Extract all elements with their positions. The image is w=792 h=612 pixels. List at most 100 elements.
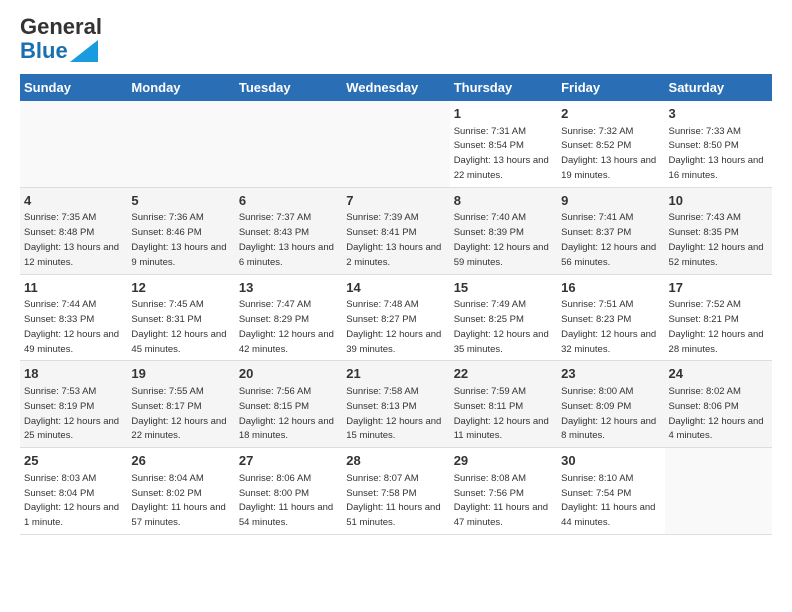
calendar-cell: 3 Sunrise: 7:33 AMSunset: 8:50 PMDaylight… [665, 101, 772, 187]
cell-sunrise: Sunrise: 7:44 AMSunset: 8:33 PMDaylight:… [24, 299, 119, 354]
calendar-cell: 7 Sunrise: 7:39 AMSunset: 8:41 PMDaylight… [342, 187, 449, 274]
calendar-cell: 13 Sunrise: 7:47 AMSunset: 8:29 PMDayligh… [235, 274, 342, 361]
calendar-cell: 5Sunrise: 7:36 AMSunset: 8:46 PMDaylight… [127, 187, 234, 274]
calendar-cell [20, 101, 127, 187]
day-number: 22 [454, 365, 553, 383]
calendar-cell: 20 Sunrise: 7:56 AMSunset: 8:15 PMDayligh… [235, 361, 342, 448]
day-number: 9 [561, 192, 660, 210]
col-monday: Monday [127, 74, 234, 101]
col-saturday: Saturday [665, 74, 772, 101]
cell-sunrise: Sunrise: 7:41 AMSunset: 8:37 PMDaylight:… [561, 212, 656, 267]
cell-sunrise: Sunrise: 7:39 AMSunset: 8:41 PMDaylight:… [346, 212, 441, 267]
cell-sunrise: Sunrise: 7:33 AMSunset: 8:50 PMDaylight:… [669, 126, 764, 181]
cell-sunrise: Sunrise: 7:47 AMSunset: 8:29 PMDaylight:… [239, 299, 334, 354]
calendar-cell [342, 101, 449, 187]
day-number: 13 [239, 279, 338, 297]
day-number: 11 [24, 279, 123, 297]
cell-sunrise: Sunrise: 7:56 AMSunset: 8:15 PMDaylight:… [239, 386, 334, 441]
day-number: 1 [454, 105, 553, 123]
cell-sunrise: Sunrise: 7:59 AMSunset: 8:11 PMDaylight:… [454, 386, 549, 441]
week-row-5: 25Sunrise: 8:03 AMSunset: 8:04 PMDayligh… [20, 448, 772, 535]
day-number: 3 [669, 105, 768, 123]
cell-sunrise: Sunrise: 7:55 AMSunset: 8:17 PMDaylight:… [131, 386, 226, 441]
calendar-cell: 22 Sunrise: 7:59 AMSunset: 8:11 PMDayligh… [450, 361, 557, 448]
day-number: 7 [346, 192, 445, 210]
cell-sunrise: Sunrise: 7:48 AMSunset: 8:27 PMDaylight:… [346, 299, 441, 354]
day-number: 12 [131, 279, 230, 297]
calendar-cell: 17 Sunrise: 7:52 AMSunset: 8:21 PMDayligh… [665, 274, 772, 361]
day-number: 28 [346, 452, 445, 470]
week-row-4: 18 Sunrise: 7:53 AMSunset: 8:19 PMDayligh… [20, 361, 772, 448]
week-row-3: 11 Sunrise: 7:44 AMSunset: 8:33 PMDayligh… [20, 274, 772, 361]
day-number: 20 [239, 365, 338, 383]
calendar-cell: 21 Sunrise: 7:58 AMSunset: 8:13 PMDayligh… [342, 361, 449, 448]
col-tuesday: Tuesday [235, 74, 342, 101]
cell-sunrise: Sunrise: 7:58 AMSunset: 8:13 PMDaylight:… [346, 386, 441, 441]
day-number: 27 [239, 452, 338, 470]
calendar-cell: 28 Sunrise: 8:07 AMSunset: 7:58 PMDayligh… [342, 448, 449, 535]
calendar-cell: 10 Sunrise: 7:43 AMSunset: 8:35 PMDayligh… [665, 187, 772, 274]
calendar-cell: 30Sunrise: 8:10 AMSunset: 7:54 PMDayligh… [557, 448, 664, 535]
cell-sunrise: Sunrise: 7:40 AMSunset: 8:39 PMDaylight:… [454, 212, 549, 267]
cell-sunrise: Sunrise: 8:10 AMSunset: 7:54 PMDaylight:… [561, 473, 655, 528]
calendar-cell [665, 448, 772, 535]
day-number: 4 [24, 192, 123, 210]
day-number: 6 [239, 192, 338, 210]
col-wednesday: Wednesday [342, 74, 449, 101]
col-thursday: Thursday [450, 74, 557, 101]
day-number: 29 [454, 452, 553, 470]
logo-blue: Blue [20, 38, 68, 64]
day-number: 17 [669, 279, 768, 297]
calendar-cell: 2 Sunrise: 7:32 AMSunset: 8:52 PMDaylight… [557, 101, 664, 187]
cell-sunrise: Sunrise: 8:04 AMSunset: 8:02 PMDaylight:… [131, 473, 225, 528]
calendar-cell: 6 Sunrise: 7:37 AMSunset: 8:43 PMDaylight… [235, 187, 342, 274]
day-number: 26 [131, 452, 230, 470]
cell-sunrise: Sunrise: 8:06 AMSunset: 8:00 PMDaylight:… [239, 473, 333, 528]
cell-sunrise: Sunrise: 7:37 AMSunset: 8:43 PMDaylight:… [239, 212, 334, 267]
cell-sunrise: Sunrise: 7:51 AMSunset: 8:23 PMDaylight:… [561, 299, 656, 354]
logo-text: General [20, 16, 102, 38]
day-number: 24 [669, 365, 768, 383]
calendar-cell: 16 Sunrise: 7:51 AMSunset: 8:23 PMDayligh… [557, 274, 664, 361]
calendar-cell [127, 101, 234, 187]
logo-icon [70, 40, 98, 62]
day-number: 15 [454, 279, 553, 297]
calendar-cell: 24 Sunrise: 8:02 AMSunset: 8:06 PMDayligh… [665, 361, 772, 448]
day-number: 5 [131, 192, 230, 210]
calendar-cell: 27 Sunrise: 8:06 AMSunset: 8:00 PMDayligh… [235, 448, 342, 535]
cell-sunrise: Sunrise: 8:07 AMSunset: 7:58 PMDaylight:… [346, 473, 440, 528]
day-number: 14 [346, 279, 445, 297]
day-number: 10 [669, 192, 768, 210]
calendar-cell: 1 Sunrise: 7:31 AMSunset: 8:54 PMDaylight… [450, 101, 557, 187]
calendar-cell: 23Sunrise: 8:00 AMSunset: 8:09 PMDayligh… [557, 361, 664, 448]
logo: General Blue [20, 16, 102, 64]
page: General Blue Sunday Monday Tuesday Wedne… [0, 0, 792, 545]
day-number: 8 [454, 192, 553, 210]
calendar-cell: 29Sunrise: 8:08 AMSunset: 7:56 PMDayligh… [450, 448, 557, 535]
calendar-cell: 26 Sunrise: 8:04 AMSunset: 8:02 PMDayligh… [127, 448, 234, 535]
day-number: 21 [346, 365, 445, 383]
cell-sunrise: Sunrise: 7:45 AMSunset: 8:31 PMDaylight:… [131, 299, 226, 354]
calendar-cell: 14 Sunrise: 7:48 AMSunset: 8:27 PMDayligh… [342, 274, 449, 361]
cell-sunrise: Sunrise: 7:53 AMSunset: 8:19 PMDaylight:… [24, 386, 119, 441]
day-number: 16 [561, 279, 660, 297]
col-sunday: Sunday [20, 74, 127, 101]
day-number: 19 [131, 365, 230, 383]
calendar-cell: 11 Sunrise: 7:44 AMSunset: 8:33 PMDayligh… [20, 274, 127, 361]
calendar-cell: 4 Sunrise: 7:35 AMSunset: 8:48 PMDaylight… [20, 187, 127, 274]
calendar-cell: 9 Sunrise: 7:41 AMSunset: 8:37 PMDaylight… [557, 187, 664, 274]
cell-sunrise: Sunrise: 7:32 AMSunset: 8:52 PMDaylight:… [561, 126, 656, 181]
header-row: Sunday Monday Tuesday Wednesday Thursday… [20, 74, 772, 101]
col-friday: Friday [557, 74, 664, 101]
calendar-table: Sunday Monday Tuesday Wednesday Thursday… [20, 74, 772, 535]
cell-sunrise: Sunrise: 7:31 AMSunset: 8:54 PMDaylight:… [454, 126, 549, 181]
header: General Blue [20, 16, 772, 64]
week-row-2: 4 Sunrise: 7:35 AMSunset: 8:48 PMDaylight… [20, 187, 772, 274]
cell-sunrise: Sunrise: 7:35 AMSunset: 8:48 PMDaylight:… [24, 212, 119, 267]
cell-sunrise: Sunrise: 7:52 AMSunset: 8:21 PMDaylight:… [669, 299, 764, 354]
day-number: 2 [561, 105, 660, 123]
cell-sunrise: Sunrise: 8:02 AMSunset: 8:06 PMDaylight:… [669, 386, 764, 441]
day-number: 18 [24, 365, 123, 383]
calendar-cell: 12 Sunrise: 7:45 AMSunset: 8:31 PMDayligh… [127, 274, 234, 361]
cell-sunrise: Sunrise: 7:43 AMSunset: 8:35 PMDaylight:… [669, 212, 764, 267]
